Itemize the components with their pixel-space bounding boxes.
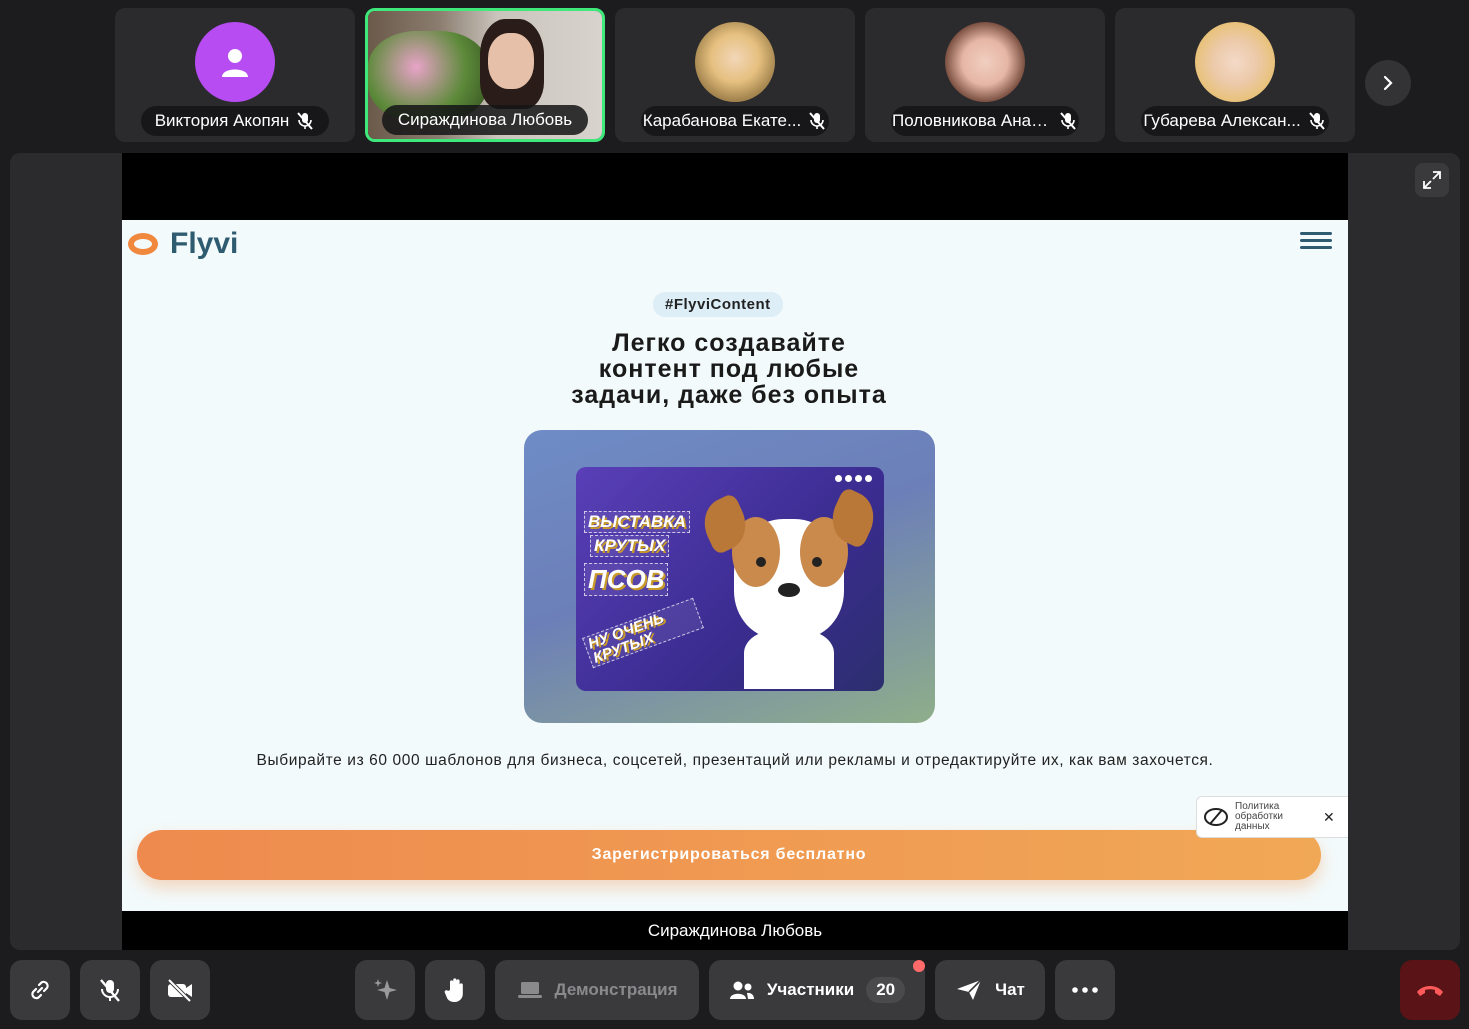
more-dots-icon	[1072, 987, 1098, 993]
hang-up-icon	[1417, 986, 1443, 996]
poster-text: ПСОВ	[584, 563, 669, 596]
logo-ring-icon	[128, 233, 158, 255]
participant-tile[interactable]: Виктория Акопян	[115, 8, 355, 142]
leave-call-button[interactable]	[1400, 960, 1460, 1020]
dog-image	[695, 479, 883, 689]
participant-tile-active[interactable]: Сираждинова Любовь	[365, 8, 605, 142]
participant-name: Карабанова Екате...	[642, 111, 802, 130]
chevron-right-icon	[1383, 75, 1393, 91]
privacy-policy-widget[interactable]: Политика обработки данных ✕	[1196, 796, 1348, 838]
hand-icon	[444, 978, 463, 1002]
policy-text: Политика обработки данных	[1235, 801, 1284, 832]
participant-name: Половникова Анас...	[892, 111, 1052, 130]
participants-count-badge: 20	[866, 977, 906, 1003]
camera-off-icon	[167, 978, 192, 1003]
effects-button[interactable]	[355, 960, 415, 1020]
mic-off-icon	[809, 112, 825, 130]
notification-dot	[913, 960, 925, 972]
template-poster: ВЫСТАВКА КРУТЫХ ПСОВ НУ ОЧЕНЬ КРУТЫХ	[576, 467, 884, 691]
mic-off-icon	[1308, 112, 1325, 130]
mic-off-icon	[100, 979, 120, 1002]
site-description: Выбирайте из 60 000 шаблонов для бизнеса…	[256, 752, 1214, 769]
participant-name: Губарева Алексан...	[1143, 111, 1301, 130]
participant-avatar	[1195, 22, 1275, 102]
headline-line: контент под любые	[598, 355, 860, 383]
hashtag-badge: #FlyviContent	[653, 292, 783, 317]
site-headline: Легко создавайте контент под любые задач…	[422, 330, 1036, 408]
send-icon	[957, 979, 982, 1000]
hero-image: ВЫСТАВКА КРУТЫХ ПСОВ НУ ОЧЕНЬ КРУТЫХ	[524, 430, 935, 723]
mic-off-icon	[297, 112, 314, 130]
more-options-button[interactable]	[1055, 960, 1115, 1020]
participant-tile[interactable]: Половникова Анас...	[865, 8, 1105, 142]
expand-icon	[1423, 171, 1441, 189]
participant-tile[interactable]: Губарева Алексан...	[1115, 8, 1355, 142]
link-icon	[31, 980, 49, 1000]
screen-share-button[interactable]: Демонстрация	[495, 960, 699, 1020]
camera-toggle[interactable]	[150, 960, 210, 1020]
fullscreen-button[interactable]	[1415, 163, 1449, 197]
policy-icon	[1204, 808, 1228, 826]
next-participants-button[interactable]	[1365, 60, 1411, 106]
participant-namebar: Губарева Алексан...	[1141, 106, 1329, 136]
register-button[interactable]: Зарегистрироваться бесплатно	[137, 830, 1321, 880]
raise-hand-button[interactable]	[425, 960, 485, 1020]
participants-label: Участники	[766, 980, 855, 999]
participant-namebar: Карабанова Екате...	[641, 106, 829, 136]
participant-name: Виктория Акопян	[154, 111, 290, 130]
headline-line: задачи, даже без опыта	[571, 381, 887, 409]
shared-screen: Flyvi #FlyviContent Легко создавайте кон…	[122, 153, 1348, 950]
participant-avatar	[695, 22, 775, 102]
participants-button[interactable]: Участники 20	[709, 960, 925, 1020]
participant-namebar: Виктория Акопян	[141, 106, 329, 136]
close-icon[interactable]: ✕	[1323, 809, 1335, 826]
chat-button[interactable]: Чат	[935, 960, 1045, 1020]
person-icon	[195, 22, 275, 102]
poster-text: НУ ОЧЕНЬ КРУТЫХ	[582, 597, 704, 669]
poster-text: ВЫСТАВКА	[584, 511, 690, 533]
participant-avatar	[945, 22, 1025, 102]
shared-website: Flyvi #FlyviContent Легко создавайте кон…	[122, 220, 1348, 911]
participant-namebar: Половникова Анас...	[891, 106, 1079, 136]
people-icon	[729, 981, 754, 999]
hamburger-menu-icon[interactable]	[1300, 232, 1332, 253]
participant-namebar: Сираждинова Любовь	[382, 105, 588, 135]
sparkle-icon	[374, 979, 397, 1000]
headline-line: Легко создавайте	[612, 329, 846, 357]
poster-text: КРУТЫХ	[590, 535, 670, 557]
laptop-icon	[517, 982, 542, 998]
presenter-caption: Сираждинова Любовь	[647, 921, 823, 940]
copy-link-button[interactable]	[10, 960, 70, 1020]
mic-off-icon	[1060, 112, 1076, 130]
screen-share-label: Демонстрация	[554, 980, 678, 999]
participant-name: Сираждинова Любовь	[397, 110, 573, 129]
site-logo: Flyvi	[128, 227, 238, 261]
chat-label: Чат	[995, 980, 1025, 999]
logo-text: Flyvi	[170, 227, 239, 260]
participant-tile[interactable]: Карабанова Екате...	[615, 8, 855, 142]
microphone-toggle[interactable]	[80, 960, 140, 1020]
